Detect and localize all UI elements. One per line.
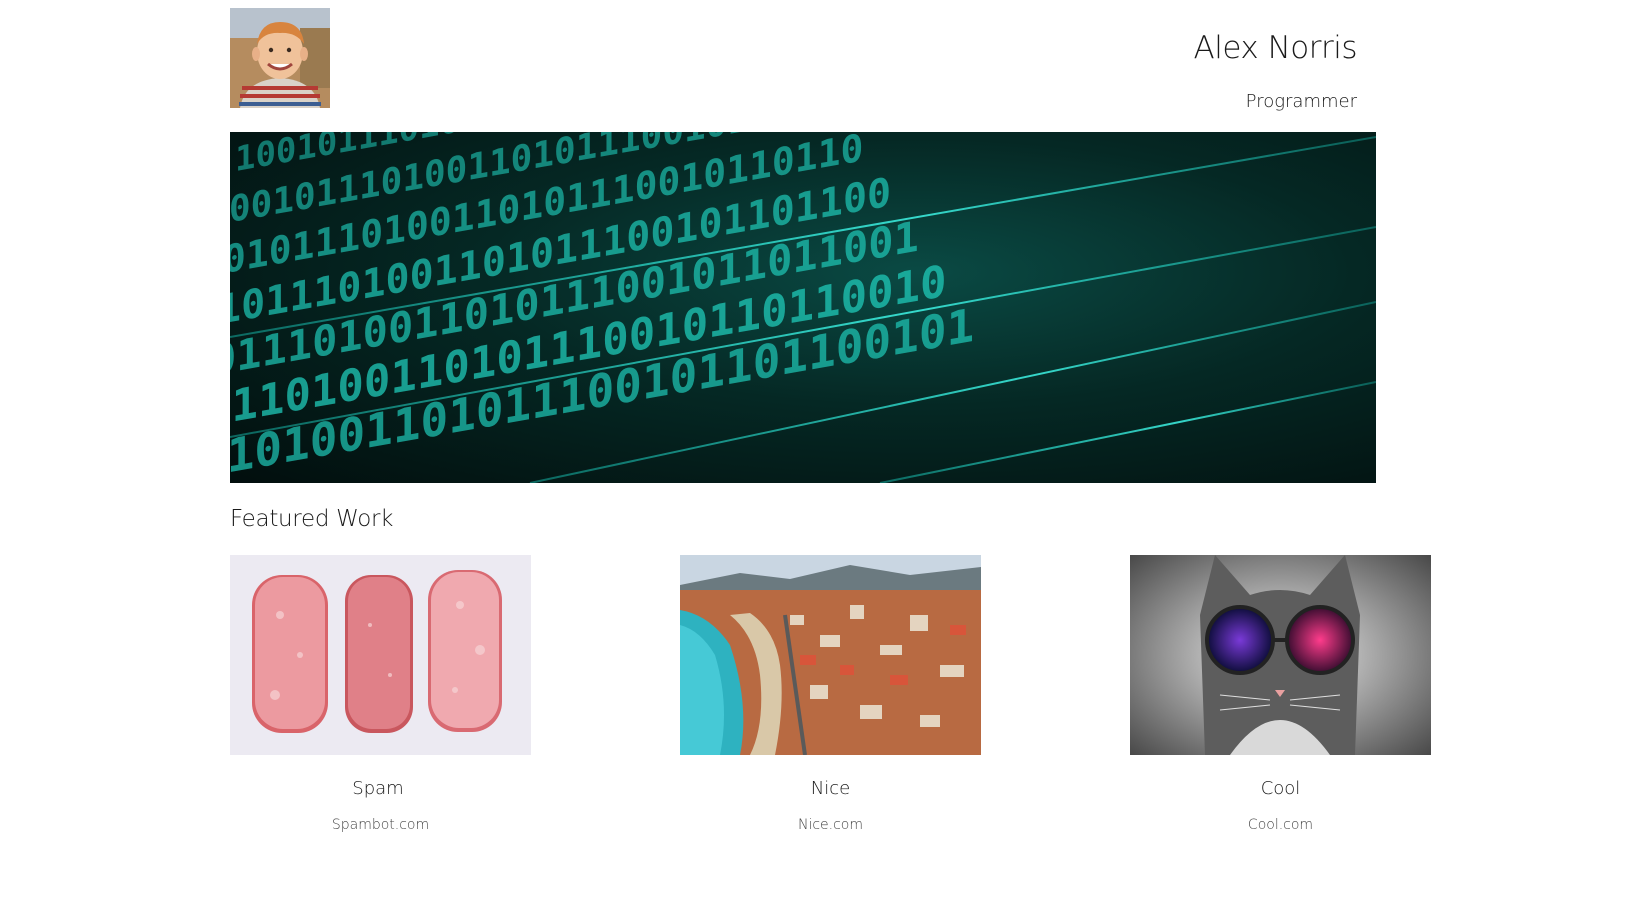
portfolio-page: Alex Norris Programmer 10010111010011010… [0,0,1648,917]
work-link[interactable]: Nice.com [680,817,981,833]
work-title: Nice [810,778,851,799]
work-card-spam[interactable]: Spam Spambot.com [230,555,531,833]
work-card-cool[interactable]: Cool Cool.com [1130,555,1431,833]
work-link[interactable]: Spambot.com [230,817,531,833]
job-title: Programmer [1245,91,1357,112]
work-card-nice[interactable]: Nice Nice.com [680,555,981,833]
work-link[interactable]: Cool.com [1130,817,1431,833]
section-title: Featured Work [230,506,394,532]
spam-slices-icon[interactable] [230,555,531,755]
cat-with-galaxy-glasses-icon[interactable] [1130,555,1431,755]
nice-coastline-icon[interactable] [680,555,981,755]
work-title: Spam [352,778,404,799]
avatar [230,8,330,108]
profile-photo-icon [230,8,330,108]
hero-banner: 1001011101001101011100101101001011101001… [230,132,1376,483]
work-title: Cool [1260,778,1301,799]
page-title: Alex Norris [1193,30,1358,66]
binary-code-icon: 1001011101001101011100101101001011101001… [230,132,1376,483]
